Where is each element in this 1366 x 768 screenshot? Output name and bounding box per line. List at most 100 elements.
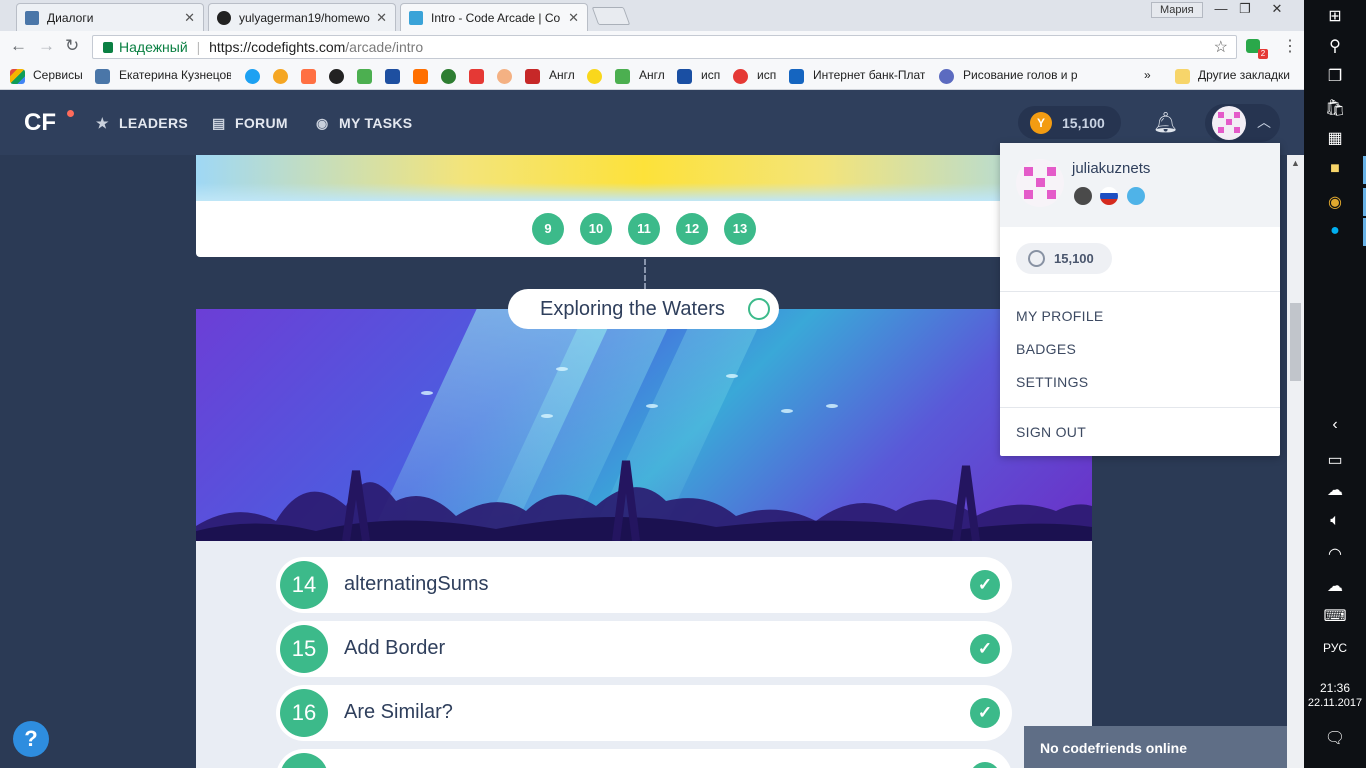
windows-start-icon[interactable]: ⊞: [1304, 6, 1366, 26]
battery-icon[interactable]: ▭: [1304, 450, 1366, 470]
idc-icon[interactable]: [385, 69, 400, 84]
menu-item-my-profile[interactable]: MY PROFILE: [1016, 308, 1104, 324]
color-wheel-icon[interactable]: [329, 69, 344, 84]
mail-icon[interactable]: [273, 69, 288, 84]
bookmark-kuznetsova[interactable]: Екатерина Кузнецов: [119, 68, 231, 82]
task-row[interactable]: 15 Add Border ✓: [276, 621, 1012, 677]
codefights-logo[interactable]: CF: [24, 109, 56, 137]
task-row[interactable]: 14 alternatingSums ✓: [276, 557, 1012, 613]
menu-item-badges[interactable]: BADGES: [1016, 341, 1076, 357]
chart-icon[interactable]: [357, 69, 372, 84]
language-indicator[interactable]: РУС: [1304, 641, 1366, 655]
lemon-icon[interactable]: [587, 69, 602, 84]
onedrive-icon[interactable]: ☁: [1304, 480, 1366, 500]
task-view-icon[interactable]: ❐: [1304, 66, 1366, 86]
fox-icon[interactable]: [301, 69, 316, 84]
menu-kebab-icon[interactable]: ⋮: [1282, 36, 1298, 56]
tab-github[interactable]: yulyagerman19/homewo ✕: [208, 3, 396, 31]
task-name: Are Similar?: [344, 701, 453, 723]
tab-code-arcade[interactable]: Intro - Code Arcade | Co ✕: [400, 3, 588, 31]
apps-grid-icon: [10, 69, 25, 84]
topic-header[interactable]: Exploring the Waters: [508, 289, 779, 329]
coins-value: 15,100: [1054, 251, 1094, 266]
level-badge[interactable]: 12: [676, 213, 708, 245]
pocket-icon[interactable]: [469, 69, 484, 84]
circle-icon[interactable]: [497, 69, 512, 84]
bookmark-engl-1[interactable]: Англ: [549, 68, 575, 82]
search-icon[interactable]: ⚲: [1304, 36, 1366, 56]
forum-icon: ▤: [212, 115, 226, 131]
task-row[interactable]: 16 Are Similar? ✓: [276, 685, 1012, 741]
bookmark-drawing[interactable]: Рисование голов и р: [963, 68, 1077, 82]
bookmark-engl-2[interactable]: Англ: [639, 68, 665, 82]
back-arrow-icon[interactable]: ←: [10, 36, 27, 56]
page-scrollbar[interactable]: [1287, 155, 1304, 768]
coins-badge[interactable]: Y 15,100: [1018, 106, 1121, 139]
wifi-icon[interactable]: ◠: [1304, 544, 1366, 564]
green-logo-icon[interactable]: [441, 69, 456, 84]
bookmark-isp-1[interactable]: исп: [701, 68, 720, 82]
vk-icon: [95, 69, 110, 84]
scrollbar-thumb[interactable]: [1290, 303, 1301, 381]
windows-taskbar: ⊞ ⚲ ❐ 🛍︎ ▦ ■ ◉ ● ‹ ▭ ☁ 🔈︎ ◠ ☁ ⌨ РУС 21:3…: [1304, 0, 1366, 768]
keyboard-icon[interactable]: ⌨: [1304, 606, 1366, 626]
level-badge[interactable]: 9: [532, 213, 564, 245]
divider: [1000, 291, 1280, 292]
bookmark-services[interactable]: Сервисы: [33, 68, 83, 82]
reload-icon[interactable]: ↻: [65, 36, 79, 56]
store-icon[interactable]: 🛍︎: [1304, 98, 1366, 118]
close-icon[interactable]: ✕: [184, 10, 195, 26]
rank-badge-icon: [1074, 187, 1092, 205]
notifications-icon[interactable]: 🗨︎: [1304, 728, 1366, 748]
nav-my-tasks[interactable]: ◉ MY TASKS: [316, 115, 412, 132]
volume-icon[interactable]: 🔈︎: [1304, 512, 1366, 530]
coins-value: 15,100: [1062, 115, 1105, 131]
tab-title: Intro - Code Arcade | Co: [431, 11, 561, 25]
tab-dialogs[interactable]: Диалоги ✕: [16, 3, 204, 31]
menu-item-sign-out[interactable]: SIGN OUT: [1016, 424, 1086, 440]
user-menu-button[interactable]: ︿: [1205, 104, 1280, 142]
chevron-left-icon[interactable]: ‹: [1304, 416, 1366, 434]
window-close-button[interactable]: ✕: [1262, 0, 1292, 18]
bell-icon[interactable]: 🔔︎: [1153, 110, 1178, 135]
calculator-icon[interactable]: ▦: [1304, 128, 1366, 148]
topic-title: Exploring the Waters: [540, 298, 725, 320]
security-icon[interactable]: ☁: [1304, 576, 1366, 596]
task-row[interactable]: ✓: [276, 749, 1012, 768]
bookmark-isp-2[interactable]: исп: [757, 68, 776, 82]
orange-icon[interactable]: [413, 69, 428, 84]
chrome-icon[interactable]: ◉: [1304, 192, 1366, 212]
skype-icon[interactable]: ●: [1304, 222, 1366, 240]
username[interactable]: juliakuznets: [1072, 160, 1150, 177]
notification-dot: [67, 110, 74, 117]
user-dropdown-menu: juliakuznets 15,100 MY PROFILE BADGES SE…: [1000, 143, 1280, 456]
level-badge[interactable]: 10: [580, 213, 612, 245]
level-badge[interactable]: 11: [628, 213, 660, 245]
avatar[interactable]: [1016, 159, 1064, 207]
help-button[interactable]: ?: [13, 721, 49, 757]
close-icon[interactable]: ✕: [568, 10, 579, 26]
close-icon[interactable]: ✕: [376, 10, 387, 26]
clock-date[interactable]: 22.11.2017: [1304, 697, 1366, 709]
codefriends-panel[interactable]: No codefriends online: [1024, 726, 1304, 768]
nav-forum[interactable]: ▤ FORUM: [212, 115, 288, 132]
url-input[interactable]: Надежный | https://codefights.com/arcade…: [92, 35, 1237, 59]
vk-icon: [25, 11, 39, 25]
new-tab-button[interactable]: [591, 7, 631, 25]
bookmark-star-icon[interactable]: ☆: [1214, 37, 1228, 57]
avatar: [1212, 106, 1246, 140]
twitter-icon[interactable]: [245, 69, 260, 84]
task-number: 15: [280, 625, 328, 673]
folder-icon[interactable]: ■: [1304, 160, 1366, 178]
bookmark-bank[interactable]: Интернет банк-Плат: [813, 68, 925, 82]
clock-time[interactable]: 21:36: [1304, 681, 1366, 695]
bookmarks-more-button[interactable]: »: [1144, 68, 1151, 82]
restore-button[interactable]: ❐: [1230, 0, 1260, 18]
level-badge[interactable]: 13: [724, 213, 756, 245]
forward-arrow-icon[interactable]: →: [38, 36, 55, 56]
menu-item-settings[interactable]: SETTINGS: [1016, 374, 1088, 390]
other-bookmarks[interactable]: Другие закладки: [1198, 68, 1290, 82]
scroll-up-icon[interactable]: ▲: [1291, 158, 1300, 168]
nav-leaders[interactable]: ★ LEADERS: [96, 115, 188, 132]
profile-chip[interactable]: Мария: [1151, 2, 1203, 18]
